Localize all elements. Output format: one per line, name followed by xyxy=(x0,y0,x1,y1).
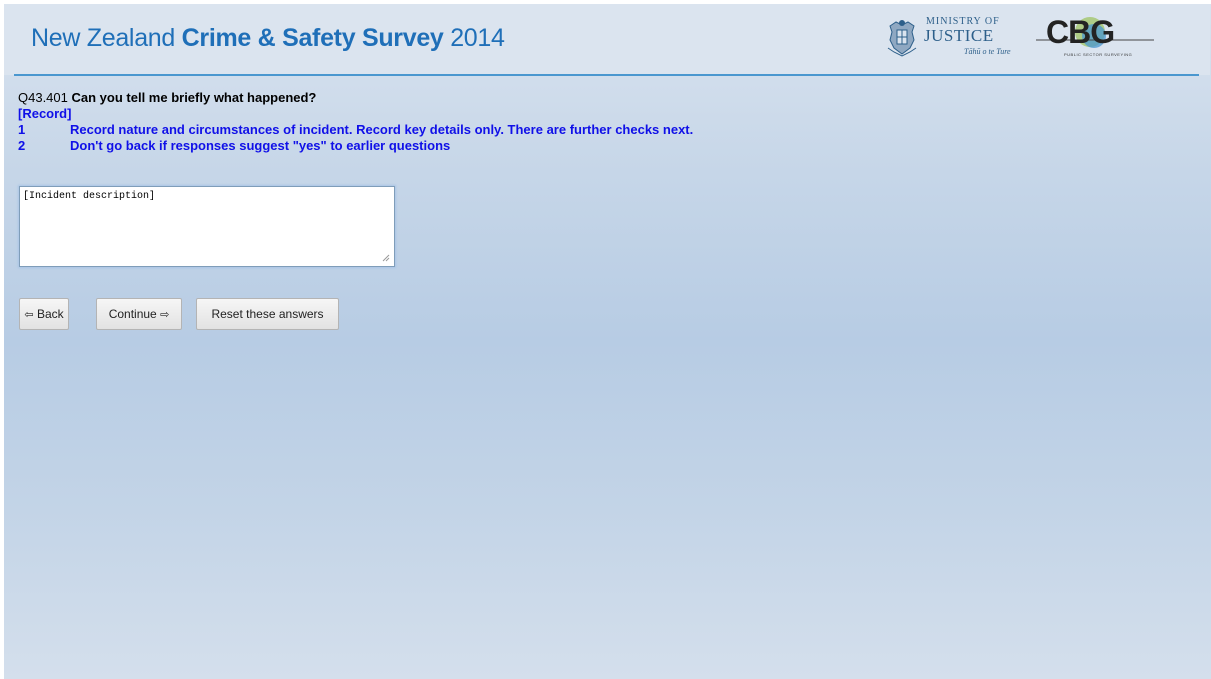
question-line: Q43.401 Can you tell me briefly what hap… xyxy=(18,90,316,105)
page-header: New Zealand Crime & Safety Survey 2014 M… xyxy=(4,4,1210,75)
ministry-of-justice-logo: MINISTRY OF JUSTICE Tāhū o te Ture xyxy=(884,14,1024,64)
back-arrow-icon: ⇦ xyxy=(24,309,34,321)
question-text: Can you tell me briefly what happened? xyxy=(71,90,317,105)
ministry-tagline: Tāhū o te Ture xyxy=(964,47,1011,56)
record-instruction-label: [Record] xyxy=(18,106,72,121)
title-prefix: New Zealand xyxy=(31,24,182,52)
continue-arrow-icon: ⇨ xyxy=(160,309,170,321)
justice-label: JUSTICE xyxy=(924,26,994,45)
instruction-text: Don't go back if responses suggest "yes"… xyxy=(70,138,451,153)
cbg-letters: CBG xyxy=(1046,14,1115,50)
cbg-tagline: PUBLIC SECTOR SURVEYING xyxy=(1064,52,1133,57)
instruction-text: Record nature and circumstances of incid… xyxy=(70,122,694,137)
incident-description-textarea[interactable] xyxy=(19,186,395,267)
instruction-number: 1 xyxy=(18,122,26,137)
interviewer-instruction: 2 Don't go back if responses suggest "yes… xyxy=(18,138,450,153)
nz-coat-of-arms-icon xyxy=(887,20,917,57)
continue-button-label: Continue xyxy=(108,307,157,321)
back-button[interactable]: ⇦ Back xyxy=(19,298,69,330)
resize-grip-icon[interactable] xyxy=(382,254,390,262)
back-button-label: Back xyxy=(36,307,64,321)
survey-title: New Zealand Crime & Safety Survey 2014 xyxy=(31,24,505,53)
continue-button[interactable]: Continue ⇨ xyxy=(96,298,182,330)
survey-page: New Zealand Crime & Safety Survey 2014 M… xyxy=(4,4,1211,679)
instruction-number: 2 xyxy=(18,138,26,153)
interviewer-instruction: 1 Record nature and circumstances of inci… xyxy=(18,122,693,137)
cbg-logo: CBG PUBLIC SECTOR SURVEYING xyxy=(1036,12,1156,64)
reset-answers-button[interactable]: Reset these answers xyxy=(196,298,339,330)
title-emphasis: Crime & Safety Survey xyxy=(181,24,444,52)
question-code: Q43.401 xyxy=(18,90,68,105)
title-year: 2014 xyxy=(443,24,505,52)
header-divider xyxy=(14,74,1199,76)
reset-button-label: Reset these answers xyxy=(211,307,324,321)
